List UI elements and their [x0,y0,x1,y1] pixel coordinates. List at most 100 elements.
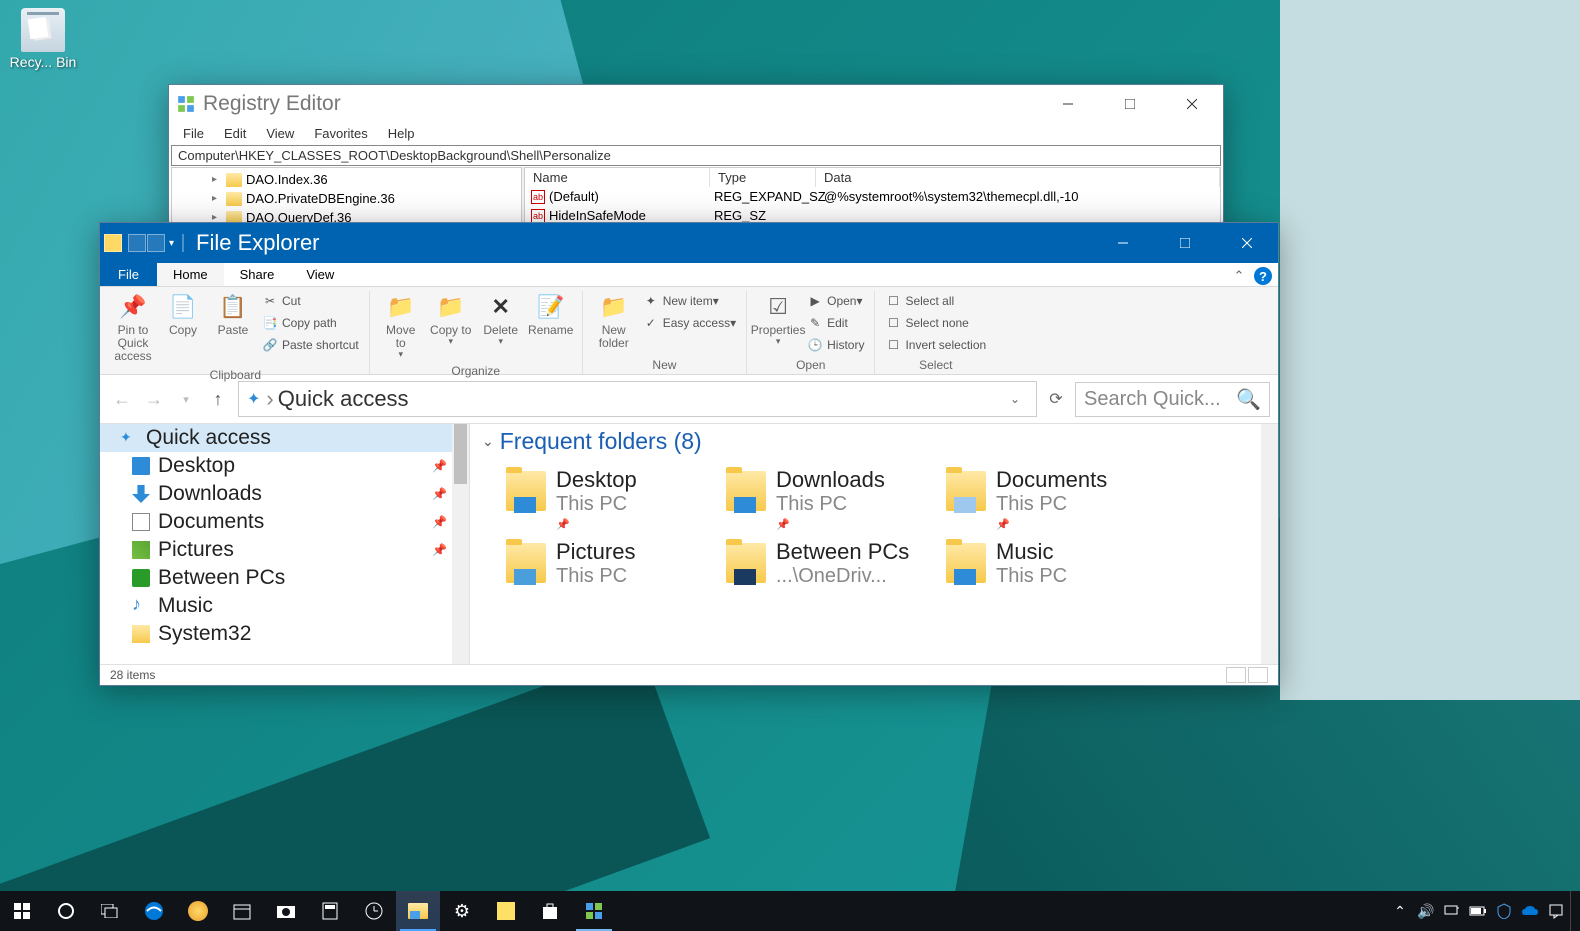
qat-button[interactable] [128,234,146,252]
nav-forward-button[interactable]: → [140,385,168,413]
regedit-tree-item[interactable]: ▸DAO.PrivateDBEngine.36 [172,189,521,208]
tree-documents[interactable]: Documents📌 [100,508,469,536]
nav-history-button[interactable]: ▾ [172,385,200,413]
open-button[interactable]: ▶Open ▾ [803,291,868,311]
copy-path-button[interactable]: 📑Copy path [258,313,363,333]
new-folder-button[interactable]: 📁New folder [589,291,639,352]
explorer-minimize-button[interactable] [1092,225,1154,261]
regedit-titlebar[interactable]: Registry Editor [169,85,1223,123]
tree-pictures[interactable]: Pictures📌 [100,536,469,564]
regedit-list-header[interactable]: Name Type Data [525,168,1220,187]
taskbar-calculator[interactable] [308,891,352,931]
refresh-button[interactable]: ⟳ [1043,389,1069,409]
edit-button[interactable]: ✎Edit [803,313,868,333]
content-scrollbar[interactable] [1261,424,1278,664]
folder-content-pane[interactable]: ⌄ Frequent folders (8) DesktopThis PC📌 D… [470,424,1278,664]
folder-music[interactable]: MusicThis PC [942,535,1142,592]
tab-home[interactable]: Home [157,263,224,286]
regedit-menubar[interactable]: File Edit View Favorites Help [169,123,1223,144]
taskbar-paint[interactable] [176,891,220,931]
taskbar-store[interactable] [528,891,572,931]
show-desktop-button[interactable] [1570,891,1576,931]
taskbar-regedit[interactable] [572,891,616,931]
regedit-maximize-button[interactable] [1099,86,1161,122]
paste-shortcut-button[interactable]: 🔗Paste shortcut [258,335,363,355]
file-explorer-window[interactable]: ▾ File Explorer File Home Share View ⌃ ?… [99,222,1279,686]
tab-file[interactable]: File [100,263,157,286]
nav-back-button[interactable]: ← [108,385,136,413]
menu-file[interactable]: File [173,123,214,144]
taskbar-sticky-notes[interactable] [484,891,528,931]
col-type[interactable]: Type [710,168,816,187]
cut-button[interactable]: ✂Cut [258,291,363,311]
select-none-button[interactable]: ☐Select none [881,313,990,333]
copy-button[interactable]: 📄Copy [158,291,208,339]
quick-access-toolbar[interactable]: ▾ [104,234,188,252]
taskbar-calendar[interactable] [220,891,264,931]
explorer-close-button[interactable] [1216,225,1278,261]
icons-view-button[interactable] [1248,667,1268,683]
help-button[interactable]: ? [1254,267,1272,285]
regedit-tree-item[interactable]: ▸DAO.Index.36 [172,170,521,189]
task-view-button[interactable] [88,891,132,931]
ribbon-collapse-button[interactable]: ⌃ [1230,267,1248,285]
address-bar[interactable]: ✦ › Quick access ⌄ [238,381,1037,417]
invert-selection-button[interactable]: ☐Invert selection [881,335,990,355]
folder-documents[interactable]: DocumentsThis PC📌 [942,463,1142,535]
folder-desktop[interactable]: DesktopThis PC📌 [502,463,702,535]
taskbar-settings[interactable]: ⚙ [440,891,484,931]
taskbar-file-explorer[interactable] [396,891,440,931]
frequent-folders-header[interactable]: ⌄ Frequent folders (8) [482,428,1266,455]
taskbar-clock[interactable] [352,891,396,931]
tab-share[interactable]: Share [224,263,291,286]
search-input[interactable]: Search Quick... 🔍 [1075,382,1270,417]
taskbar-camera[interactable] [264,891,308,931]
cortana-button[interactable] [44,891,88,931]
tree-desktop[interactable]: Desktop📌 [100,452,469,480]
pin-to-quick-access-button[interactable]: 📌Pin to Quick access [108,291,158,366]
tray-volume-icon[interactable]: 🔊 [1414,891,1438,931]
col-name[interactable]: Name [525,168,710,187]
regedit-values-list[interactable]: Name Type Data ab(Default) REG_EXPAND_SZ… [525,167,1221,230]
rename-button[interactable]: 📝Rename [526,291,576,339]
folder-downloads[interactable]: DownloadsThis PC📌 [722,463,922,535]
folder-between-pcs[interactable]: Between PCs...\OneDriv... [722,535,922,592]
tree-quick-access[interactable]: ✦Quick access [100,424,469,452]
nav-up-button[interactable]: ↑ [204,385,232,413]
tree-between-pcs[interactable]: Between PCs [100,564,469,592]
col-data[interactable]: Data [816,168,1220,187]
tab-view[interactable]: View [290,263,350,286]
explorer-maximize-button[interactable] [1154,225,1216,261]
move-to-button[interactable]: 📁Move to▾ [376,291,426,362]
tray-battery-icon[interactable] [1466,891,1490,931]
regedit-address-bar[interactable]: Computer\HKEY_CLASSES_ROOT\DesktopBackgr… [171,145,1221,166]
history-button[interactable]: 🕒History [803,335,868,355]
explorer-titlebar[interactable]: ▾ File Explorer [100,223,1278,263]
folder-pictures[interactable]: PicturesThis PC [502,535,702,592]
details-view-button[interactable] [1226,667,1246,683]
qat-button[interactable] [147,234,165,252]
tray-overflow-button[interactable]: ⌃ [1388,891,1412,931]
tray-action-center-icon[interactable] [1544,891,1568,931]
menu-favorites[interactable]: Favorites [304,123,377,144]
system-tray[interactable]: ⌃ 🔊 [1388,891,1580,931]
taskbar-edge[interactable] [132,891,176,931]
start-button[interactable] [0,891,44,931]
navigation-pane[interactable]: ✦Quick access Desktop📌 Downloads📌 Docume… [100,424,470,664]
copy-to-button[interactable]: 📁Copy to▾ [426,291,476,349]
regedit-close-button[interactable] [1161,86,1223,122]
tree-music[interactable]: ♪Music [100,592,469,620]
new-item-button[interactable]: ✦New item ▾ [639,291,740,311]
tray-onedrive-icon[interactable] [1518,891,1542,931]
tree-system32[interactable]: System32 [100,620,469,648]
menu-edit[interactable]: Edit [214,123,256,144]
regedit-value-row[interactable]: ab(Default) REG_EXPAND_SZ @%systemroot%\… [525,187,1220,206]
taskbar[interactable]: ⚙ ⌃ 🔊 [0,891,1580,931]
delete-button[interactable]: ✕Delete▾ [476,291,526,349]
desktop-icon-recycle-bin[interactable]: Recy... Bin [8,8,78,70]
tray-network-icon[interactable] [1440,891,1464,931]
tray-security-icon[interactable] [1492,891,1516,931]
address-dropdown-button[interactable]: ⌄ [1002,392,1028,406]
select-all-button[interactable]: ☐Select all [881,291,990,311]
tree-scrollbar[interactable] [452,424,469,664]
